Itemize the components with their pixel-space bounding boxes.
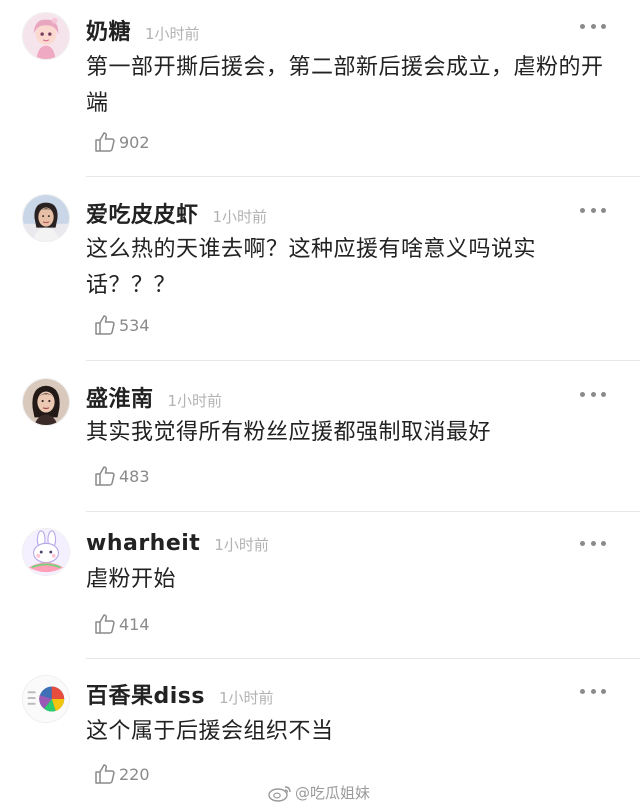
dot-icon: [601, 207, 606, 213]
timestamp: 1小时前: [167, 392, 223, 410]
user-avatar[interactable]: [22, 378, 70, 426]
user-avatar[interactable]: [22, 675, 70, 723]
dot-icon: [590, 540, 596, 546]
user-avatar[interactable]: [22, 12, 70, 60]
comment-text: 第一部开撕后援会，第二部新后援会成立，虐粉的开端: [86, 55, 604, 116]
comment-item: 奶糖 1小时前 第一部开撕后援会，第二部新后援会成立，虐粉的开端 902: [0, 0, 640, 176]
like-button[interactable]: 902: [93, 130, 150, 154]
more-options-button[interactable]: [580, 22, 606, 30]
like-button[interactable]: 534: [93, 313, 150, 337]
username[interactable]: 爱吃皮皮虾: [86, 197, 199, 229]
like-button[interactable]: 483: [93, 464, 150, 488]
comment-text: 这么热的天谁去啊？这种应援有啥意义吗说实话？？？: [86, 237, 537, 298]
dot-icon: [590, 391, 596, 397]
bunny-cartoon-avatar: [23, 529, 69, 575]
user-avatar[interactable]: [22, 194, 70, 242]
dot-icon: [590, 207, 596, 213]
username[interactable]: 盛淮南: [86, 381, 154, 413]
like-count: 902: [119, 132, 150, 152]
thumbs-up-icon: [95, 132, 115, 152]
like-count: 414: [119, 614, 150, 634]
woman-photo-avatar: [23, 195, 69, 241]
dot-icon: [590, 688, 596, 694]
comment-item: wharheit 1小时前 虐粉开始 414: [0, 512, 640, 658]
like-count: 483: [119, 466, 150, 486]
thumbs-up-icon: [95, 764, 115, 784]
comment-item: 爱吃皮皮虾 1小时前 这么热的天谁去啊？这种应援有啥意义吗说实话？？？ 534: [0, 177, 640, 360]
more-options-button[interactable]: [580, 687, 606, 695]
username[interactable]: wharheit: [86, 531, 200, 556]
weibo-logo-icon: [268, 785, 291, 802]
pie-chart-avatar: [23, 676, 69, 722]
like-button[interactable]: 220: [93, 762, 150, 786]
dot-icon: [590, 23, 596, 29]
comment-text: 虐粉开始: [86, 567, 177, 592]
dot-icon: [580, 688, 585, 694]
timestamp: 1小时前: [212, 208, 268, 226]
dot-icon: [601, 23, 606, 29]
dot-icon: [580, 391, 585, 397]
dot-icon: [580, 207, 585, 213]
username[interactable]: 百香果diss: [86, 678, 205, 710]
thumbs-up-icon: [95, 466, 115, 486]
comment-text: 其实我觉得所有粉丝应援都强制取消最好: [86, 420, 492, 445]
timestamp: 1小时前: [218, 689, 274, 707]
thumbs-up-icon: [95, 614, 115, 634]
anime-girl-avatar: [23, 13, 69, 59]
dot-icon: [601, 688, 606, 694]
like-count: 534: [119, 315, 150, 335]
timestamp: 1小时前: [145, 25, 200, 43]
timestamp: 1小时前: [214, 536, 269, 554]
username[interactable]: 奶糖: [86, 14, 131, 46]
like-button[interactable]: 414: [93, 612, 150, 636]
user-avatar[interactable]: [22, 528, 70, 576]
more-options-button[interactable]: [580, 390, 606, 398]
dot-icon: [580, 23, 585, 29]
more-options-button[interactable]: [580, 539, 606, 547]
more-options-button[interactable]: [580, 206, 606, 214]
woman-portrait-avatar: [23, 379, 69, 425]
watermark: @吃瓜姐妹: [268, 782, 370, 803]
comment-item: 盛淮南 1小时前 其实我觉得所有粉丝应援都强制取消最好 483: [0, 361, 640, 511]
dot-icon: [580, 540, 585, 546]
comment-text: 这个属于后援会组织不当: [86, 719, 334, 744]
dot-icon: [601, 391, 606, 397]
like-count: 220: [119, 764, 150, 784]
thumbs-up-icon: [95, 315, 115, 335]
watermark-text: @吃瓜姐妹: [295, 784, 371, 802]
dot-icon: [601, 540, 606, 546]
